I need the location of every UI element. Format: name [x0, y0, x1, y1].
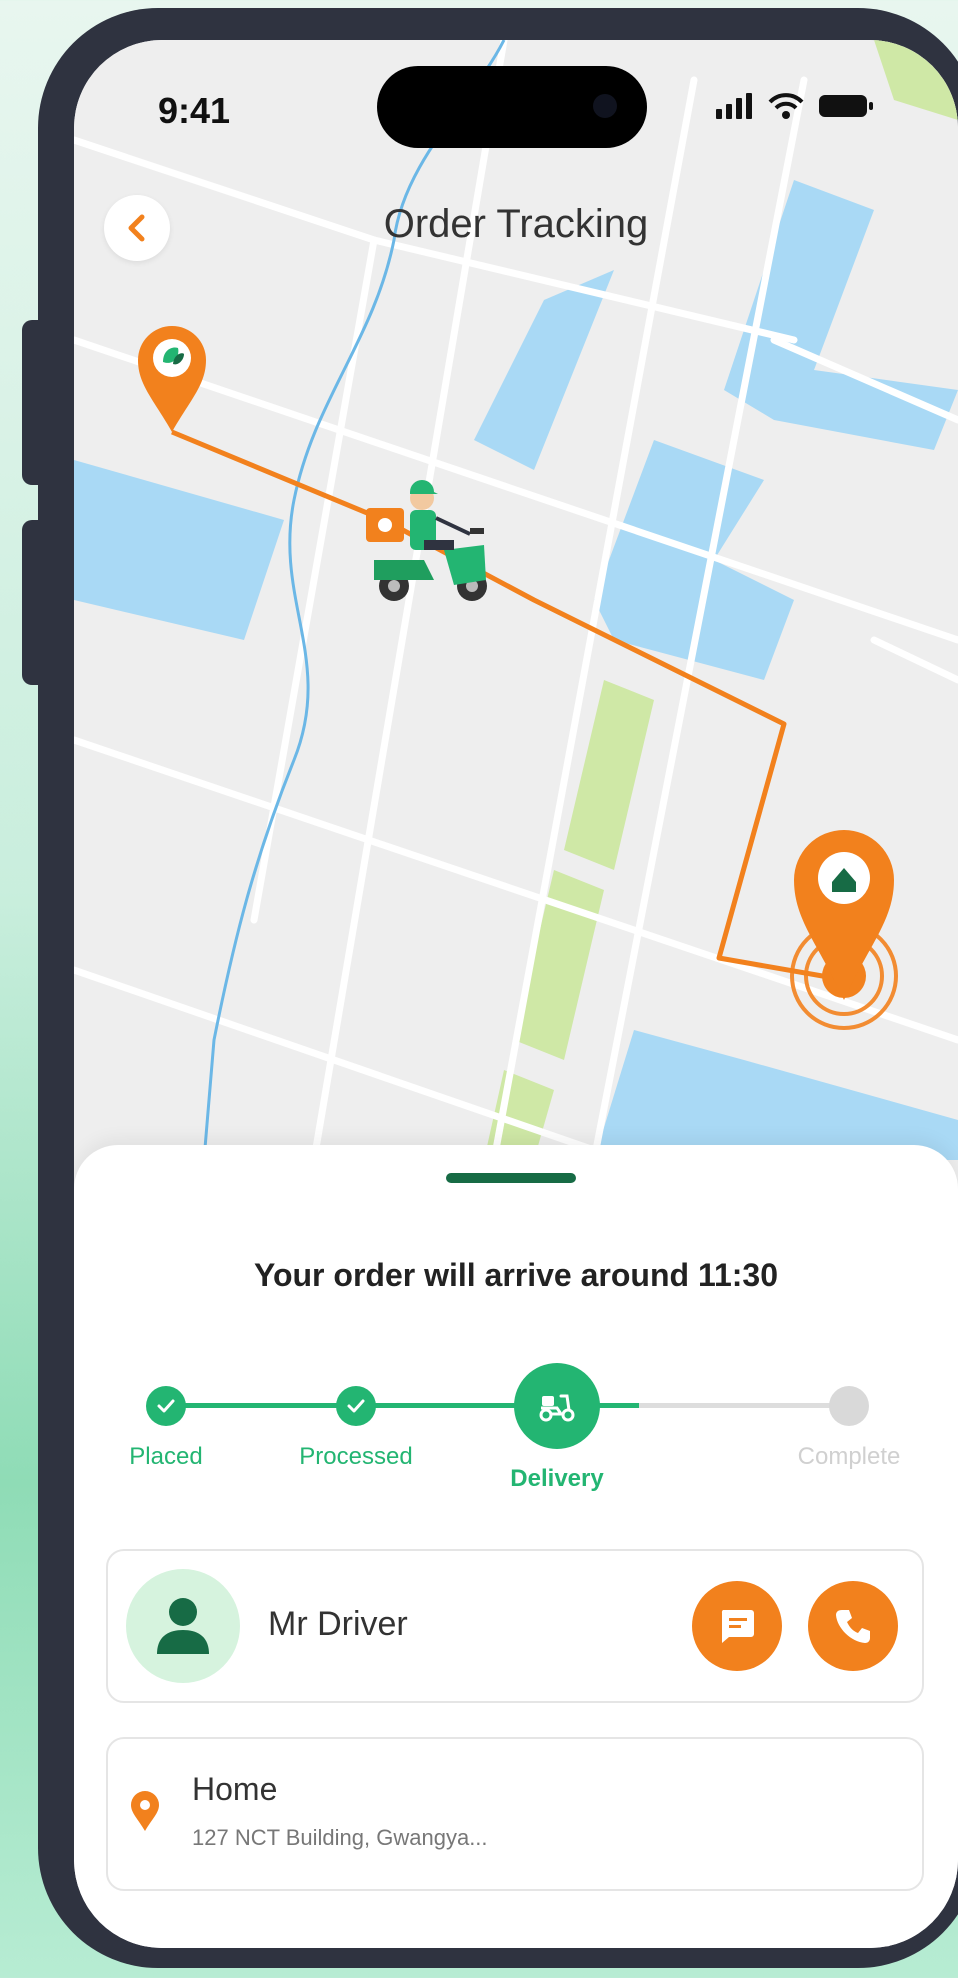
step-dot-placed: [146, 1386, 186, 1426]
location-pin-icon: [131, 1791, 159, 1831]
avatar: [126, 1569, 240, 1683]
chat-icon: [721, 1610, 754, 1643]
step-label-delivery: Delivery: [510, 1465, 604, 1492]
progress-line-pending: [639, 1403, 849, 1408]
status-time: 9:41: [158, 90, 231, 131]
status-icons: [714, 92, 874, 120]
phone-icon: [836, 1610, 870, 1643]
scooter-icon: [539, 1394, 575, 1422]
person-icon: [157, 1598, 209, 1654]
camera-icon: [593, 94, 617, 118]
step-label-processed: Processed: [299, 1443, 413, 1470]
call-driver-button[interactable]: [808, 1581, 898, 1671]
driver-name: Mr Driver: [268, 1605, 408, 1643]
eta-text: Your order will arrive around 11:30: [253, 1257, 779, 1293]
order-bottom-sheet[interactable]: Your order will arrive around 11:30 Plac…: [74, 1145, 958, 1948]
check-icon: [157, 1399, 175, 1413]
page-title: Order Tracking: [383, 202, 649, 246]
step-dot-processed: [336, 1386, 376, 1426]
message-driver-button[interactable]: [692, 1581, 782, 1671]
step-label-placed: Placed: [129, 1443, 203, 1470]
battery-icon: [819, 95, 873, 117]
address-label: Home: [192, 1771, 278, 1807]
driver-card[interactable]: Mr Driver: [106, 1549, 924, 1703]
order-progress-stepper: Placed Processed Delivery Complete: [74, 1355, 958, 1505]
sheet-drag-handle[interactable]: [446, 1173, 576, 1183]
wifi-icon: [768, 93, 804, 119]
app-screen: 9:41 Order Tracking Your order will arri…: [74, 40, 958, 1948]
step-label-complete: Complete: [797, 1443, 901, 1470]
address-card[interactable]: Home 127 NCT Building, Gwangya...: [106, 1737, 924, 1891]
check-icon: [347, 1399, 365, 1413]
address-detail: 127 NCT Building, Gwangya...: [192, 1825, 488, 1850]
signal-icon: [716, 93, 752, 119]
step-dot-delivery: [514, 1363, 600, 1449]
dynamic-island: [377, 66, 647, 148]
step-dot-complete: [829, 1386, 869, 1426]
